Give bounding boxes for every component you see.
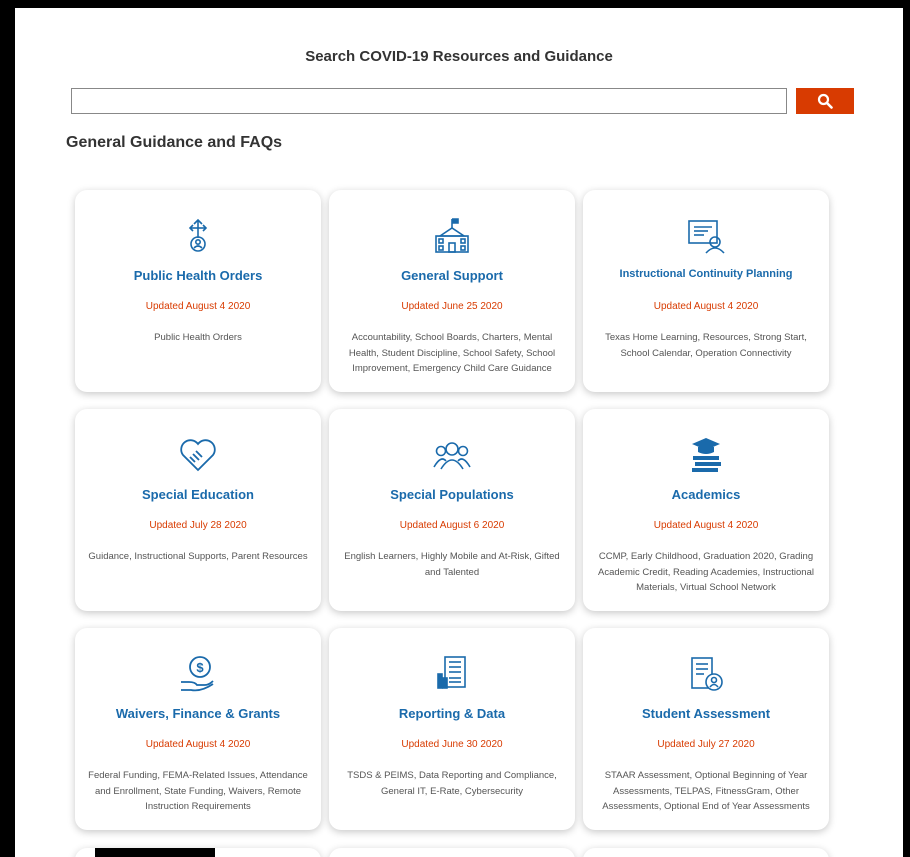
card-title[interactable]: Special Populations bbox=[329, 487, 575, 502]
card-updated: Updated June 25 2020 bbox=[401, 301, 503, 312]
card-title[interactable]: Reporting & Data bbox=[329, 706, 575, 721]
search-icon bbox=[817, 93, 833, 109]
books-graduation-cap-icon bbox=[583, 435, 829, 475]
section-title: General Guidance and FAQs bbox=[66, 134, 283, 151]
card-description: STAAR Assessment, Optional Beginning of … bbox=[602, 770, 810, 812]
card-student-assessment[interactable]: Student Assessment Updated July 27 2020 … bbox=[583, 628, 829, 830]
card-updated: Updated June 30 2020 bbox=[401, 739, 503, 750]
card-updated: Updated August 4 2020 bbox=[653, 301, 759, 312]
card-instructional-continuity-planning[interactable]: Instructional Continuity Planning Update… bbox=[583, 190, 829, 392]
card-description: Federal Funding, FEMA-Related Issues, At… bbox=[88, 770, 308, 812]
card-updated: Updated July 28 2020 bbox=[149, 520, 247, 531]
card-description: CCMP, Early Childhood, Graduation 2020, … bbox=[598, 551, 814, 593]
card-public-health-orders[interactable]: Public Health Orders Updated August 4 20… bbox=[75, 190, 321, 392]
card-special-populations[interactable]: Special Populations Updated August 6 202… bbox=[329, 409, 575, 611]
card-reporting-data[interactable]: Reporting & Data Updated June 30 2020 TS… bbox=[329, 628, 575, 830]
card-partial[interactable] bbox=[583, 848, 829, 857]
search-button[interactable] bbox=[796, 88, 854, 114]
school-building-icon bbox=[329, 216, 575, 256]
card-title[interactable]: Public Health Orders bbox=[75, 268, 321, 283]
people-group-icon bbox=[329, 435, 575, 475]
search-input[interactable] bbox=[71, 88, 787, 114]
card-updated: Updated August 4 2020 bbox=[653, 520, 759, 531]
card-updated: Updated July 27 2020 bbox=[657, 739, 755, 750]
card-description: English Learners, Highly Mobile and At-R… bbox=[344, 551, 560, 578]
card-description: Accountability, School Boards, Charters,… bbox=[348, 332, 556, 374]
card-description: Texas Home Learning, Resources, Strong S… bbox=[605, 332, 807, 359]
card-description: Public Health Orders bbox=[154, 332, 242, 343]
page-frame: Search COVID-19 Resources and Guidance G… bbox=[15, 8, 903, 857]
card-description: Guidance, Instructional Supports, Parent… bbox=[88, 551, 308, 562]
card-title[interactable]: Special Education bbox=[75, 487, 321, 502]
card-partial[interactable] bbox=[329, 848, 575, 857]
handshake-heart-icon bbox=[75, 435, 321, 475]
card-title[interactable]: Student Assessment bbox=[583, 706, 829, 721]
instructional-planning-icon bbox=[583, 216, 829, 256]
card-academics[interactable]: Academics Updated August 4 2020 CCMP, Ea… bbox=[583, 409, 829, 611]
money-hand-icon: $ bbox=[75, 654, 321, 694]
search-title: Search COVID-19 Resources and Guidance bbox=[305, 48, 613, 65]
card-title[interactable]: Instructional Continuity Planning bbox=[583, 268, 829, 280]
card-description: TSDS & PEIMS, Data Reporting and Complia… bbox=[347, 770, 557, 797]
card-title[interactable]: Waivers, Finance & Grants bbox=[75, 706, 321, 721]
card-general-support[interactable]: General Support Updated June 25 2020 Acc… bbox=[329, 190, 575, 392]
assessment-clipboard-icon bbox=[583, 654, 829, 694]
public-health-icon bbox=[75, 216, 321, 256]
card-updated: Updated August 6 2020 bbox=[399, 520, 505, 531]
card-title[interactable]: General Support bbox=[329, 268, 575, 283]
svg-text:$: $ bbox=[196, 660, 204, 675]
card-special-education[interactable]: Special Education Updated July 28 2020 G… bbox=[75, 409, 321, 611]
bottom-bar bbox=[95, 848, 215, 857]
card-waivers-finance-grants[interactable]: $ Waivers, Finance & Grants Updated Augu… bbox=[75, 628, 321, 830]
card-updated: Updated August 4 2020 bbox=[145, 739, 251, 750]
card-updated: Updated August 4 2020 bbox=[145, 301, 251, 312]
data-report-icon bbox=[329, 654, 575, 694]
card-title[interactable]: Academics bbox=[583, 487, 829, 502]
